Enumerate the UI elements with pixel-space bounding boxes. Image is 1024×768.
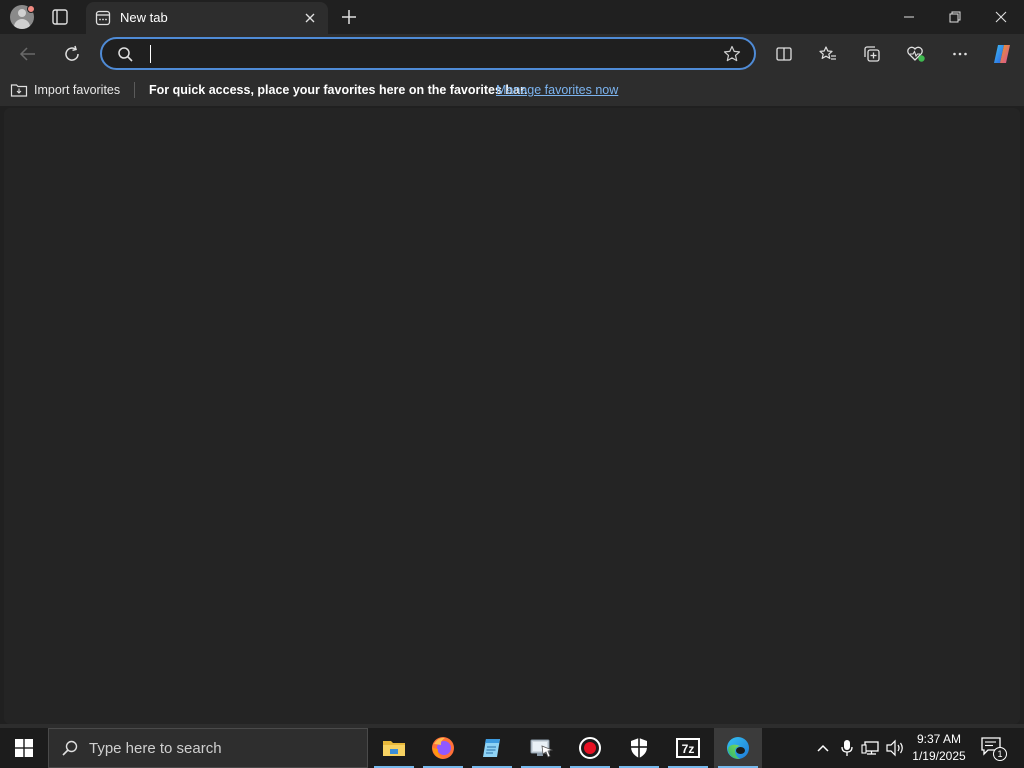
notepad-icon bbox=[483, 739, 500, 757]
taskbar-security[interactable] bbox=[615, 728, 663, 768]
chevron-up-icon bbox=[817, 744, 829, 752]
tab-title: New tab bbox=[120, 10, 168, 25]
back-arrow-icon bbox=[19, 47, 35, 61]
manage-favorites-link[interactable]: Manage favorites now bbox=[496, 83, 618, 97]
import-folder-icon bbox=[10, 84, 28, 97]
taskbar-app[interactable] bbox=[517, 728, 565, 768]
taskbar-file-explorer[interactable] bbox=[370, 728, 418, 768]
add-favorite-star-icon[interactable] bbox=[722, 44, 742, 64]
minimize-icon bbox=[904, 16, 914, 18]
tab-new-tab[interactable]: New tab bbox=[86, 2, 328, 34]
record-icon bbox=[579, 737, 601, 759]
import-favorites-button[interactable]: Import favorites bbox=[10, 81, 120, 99]
taskbar-7zip[interactable]: 7z bbox=[664, 728, 712, 768]
favorites-icon bbox=[819, 46, 836, 60]
favorites-hint: For quick access, place your favorites h… bbox=[149, 83, 528, 97]
title-bar: New tab bbox=[0, 0, 1024, 34]
browser-essentials-button[interactable] bbox=[904, 42, 928, 66]
search-icon bbox=[116, 45, 134, 63]
volume-tray[interactable] bbox=[885, 738, 905, 758]
text-caret bbox=[150, 45, 151, 63]
page-content bbox=[4, 108, 1020, 724]
address-input[interactable] bbox=[148, 43, 708, 65]
clock-time: 9:37 AM bbox=[916, 732, 962, 746]
taskbar-recorder[interactable] bbox=[566, 728, 614, 768]
favorites-bar: Import favorites For quick access, place… bbox=[0, 74, 1024, 106]
taskbar-search-placeholder: Type here to search bbox=[89, 740, 222, 757]
more-icon bbox=[953, 52, 967, 56]
browser-toolbar bbox=[0, 34, 1024, 74]
app-icon bbox=[530, 739, 554, 758]
search-icon bbox=[61, 739, 79, 757]
settings-more-button[interactable] bbox=[948, 42, 972, 66]
import-favorites-label: Import favorites bbox=[34, 83, 121, 97]
start-button[interactable] bbox=[0, 728, 48, 768]
microphone-icon bbox=[841, 740, 853, 756]
taskbar: Type here to search 7z 9:37 AM 1/19/2025… bbox=[0, 728, 1024, 768]
refresh-button[interactable] bbox=[60, 42, 84, 66]
new-tab-button[interactable] bbox=[338, 6, 360, 28]
clock-date: 1/19/2025 bbox=[912, 749, 966, 763]
show-hidden-icons-button[interactable] bbox=[813, 738, 833, 758]
back-button[interactable] bbox=[16, 42, 40, 66]
taskbar-firefox[interactable] bbox=[419, 728, 467, 768]
split-screen-icon bbox=[776, 47, 792, 61]
taskbar-clock[interactable]: 9:37 AM 1/19/2025 bbox=[908, 731, 970, 765]
close-window-button[interactable] bbox=[978, 0, 1024, 34]
favorites-divider bbox=[134, 82, 135, 98]
close-icon bbox=[995, 11, 1007, 23]
favorites-button[interactable] bbox=[816, 42, 840, 66]
taskbar-edge[interactable] bbox=[714, 728, 762, 768]
restore-icon bbox=[949, 11, 961, 23]
copilot-button[interactable] bbox=[990, 42, 1014, 66]
windows-logo-icon bbox=[15, 739, 33, 757]
taskbar-search-box[interactable]: Type here to search bbox=[48, 728, 368, 768]
tab-actions-icon[interactable] bbox=[50, 7, 70, 27]
7zip-icon: 7z bbox=[676, 738, 700, 758]
collections-icon bbox=[864, 46, 880, 62]
heartbeat-icon bbox=[907, 46, 925, 62]
copilot-icon bbox=[994, 45, 1010, 63]
network-icon bbox=[861, 741, 879, 755]
firefox-icon bbox=[432, 737, 454, 759]
action-center-button[interactable]: 1 bbox=[980, 736, 1007, 762]
7zip-label: 7z bbox=[682, 742, 695, 756]
network-tray[interactable] bbox=[861, 738, 881, 758]
notification-badge: 1 bbox=[993, 747, 1007, 761]
profile-notification-dot bbox=[27, 5, 35, 13]
edge-icon bbox=[727, 737, 749, 759]
collections-button[interactable] bbox=[860, 42, 884, 66]
address-bar[interactable] bbox=[100, 37, 756, 70]
security-shield-icon bbox=[631, 738, 647, 758]
volume-icon bbox=[886, 739, 903, 757]
taskbar-notepad[interactable] bbox=[468, 728, 516, 768]
new-tab-page-icon bbox=[95, 10, 111, 26]
minimize-button[interactable] bbox=[886, 0, 932, 34]
refresh-icon bbox=[65, 45, 79, 61]
microphone-tray[interactable] bbox=[837, 738, 857, 758]
tab-close-icon[interactable] bbox=[302, 10, 318, 26]
split-screen-button[interactable] bbox=[772, 42, 796, 66]
file-explorer-icon bbox=[383, 741, 405, 756]
restore-button[interactable] bbox=[932, 0, 978, 34]
